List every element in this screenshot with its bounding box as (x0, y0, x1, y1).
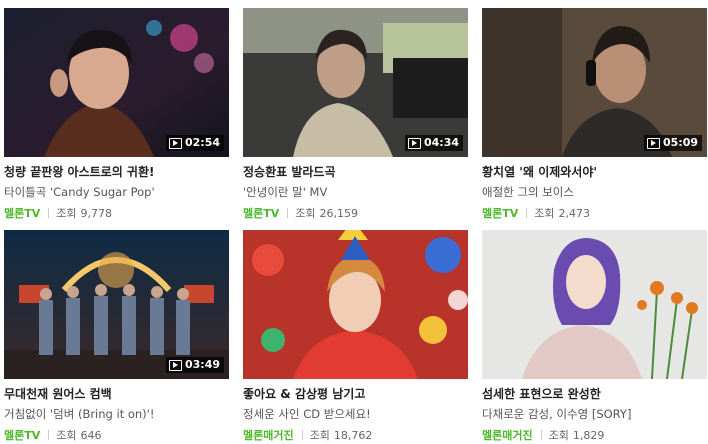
duration-badge: 02:54 (165, 135, 224, 151)
views-label: 조회 (534, 207, 555, 220)
video-meta: 멜론TV 조회 646 (4, 427, 102, 443)
video-title[interactable]: 황치열 '왜 이제와서야' (482, 163, 597, 180)
source-link[interactable]: 멜론TV (4, 205, 40, 221)
video-meta: 멜론TV 조회 2,473 (482, 205, 590, 221)
video-thumbnail[interactable]: 05:09 (482, 8, 707, 157)
play-icon (407, 137, 421, 149)
divider (526, 208, 528, 218)
video-card[interactable]: 02:54 청량 끝판왕 아스트로의 귀환! 타이틀곡 'Candy Sugar… (4, 8, 229, 221)
video-title[interactable]: 좋아요 & 감상평 남기고 (243, 385, 365, 402)
source-link[interactable]: 멜론TV (4, 427, 40, 443)
source-link[interactable]: 멜론TV (482, 205, 518, 221)
video-meta: 멜론매거진 조회 18,762 (243, 427, 372, 443)
video-card[interactable]: 04:34 정승환표 발라드곡 '안녕이란 말' MV 멜론TV 조회 26,1… (243, 8, 468, 221)
duration-text: 02:54 (184, 136, 220, 149)
view-count: 9,778 (80, 206, 113, 220)
video-meta: 멜론TV 조회 9,778 (4, 205, 112, 221)
video-title[interactable]: 정승환표 발라드곡 (243, 163, 336, 180)
video-thumbnail[interactable] (482, 230, 707, 379)
duration-badge: 05:09 (643, 135, 702, 151)
view-count: 646 (80, 428, 102, 442)
play-icon (168, 359, 182, 371)
views-label: 조회 (56, 207, 77, 220)
source-link[interactable]: 멜론매거진 (243, 427, 294, 443)
video-subtitle: 정세운 사인 CD 받으세요! (243, 407, 371, 421)
video-thumbnail[interactable] (243, 230, 468, 379)
duration-text: 05:09 (662, 136, 698, 149)
video-thumbnail[interactable]: 03:49 (4, 230, 229, 379)
video-card[interactable]: 05:09 황치열 '왜 이제와서야' 애절한 그의 보이스 멜론TV 조회 2… (482, 8, 707, 221)
video-meta: 멜론TV 조회 26,159 (243, 205, 358, 221)
video-subtitle: 거침없이 '덤벼 (Bring it on)'! (4, 407, 155, 421)
duration-text: 04:34 (423, 136, 459, 149)
divider (540, 430, 542, 440)
view-count: 1,829 (572, 428, 605, 442)
divider (48, 430, 50, 440)
video-subtitle: '안녕이란 말' MV (243, 185, 328, 199)
video-title[interactable]: 무대천재 원어스 컴백 (4, 385, 112, 402)
source-link[interactable]: 멜론매거진 (482, 427, 533, 443)
view-count: 26,159 (319, 206, 359, 220)
video-thumbnail[interactable]: 04:34 (243, 8, 468, 157)
play-icon (646, 137, 660, 149)
video-card[interactable]: 섬세한 표현으로 완성한 다채로운 감성, 이수영 [SORY] 멜론매거진 조… (482, 230, 707, 443)
video-thumbnail[interactable]: 02:54 (4, 8, 229, 157)
divider (287, 208, 289, 218)
video-title[interactable]: 섬세한 표현으로 완성한 (482, 385, 601, 402)
video-card[interactable]: 좋아요 & 감상평 남기고 정세운 사인 CD 받으세요! 멜론매거진 조회 1… (243, 230, 468, 443)
views-label: 조회 (548, 429, 569, 442)
video-subtitle: 타이틀곡 'Candy Sugar Pop' (4, 185, 155, 199)
play-icon (168, 137, 182, 149)
video-subtitle: 애절한 그의 보이스 (482, 185, 574, 199)
views-label: 조회 (309, 429, 330, 442)
video-grid: 02:54 청량 끝판왕 아스트로의 귀환! 타이틀곡 'Candy Sugar… (0, 0, 708, 444)
duration-badge: 04:34 (404, 135, 463, 151)
views-label: 조회 (295, 207, 316, 220)
view-count: 2,473 (558, 206, 591, 220)
video-title[interactable]: 청량 끝판왕 아스트로의 귀환! (4, 163, 155, 180)
video-meta: 멜론매거진 조회 1,829 (482, 427, 604, 443)
divider (301, 430, 303, 440)
divider (48, 208, 50, 218)
video-subtitle: 다채로운 감성, 이수영 [SORY] (482, 407, 632, 421)
duration-text: 03:49 (184, 358, 220, 371)
video-card[interactable]: 03:49 무대천재 원어스 컴백 거침없이 '덤벼 (Bring it on)… (4, 230, 229, 443)
views-label: 조회 (56, 429, 77, 442)
source-link[interactable]: 멜론TV (243, 205, 279, 221)
duration-badge: 03:49 (165, 357, 224, 373)
view-count: 18,762 (333, 428, 373, 442)
